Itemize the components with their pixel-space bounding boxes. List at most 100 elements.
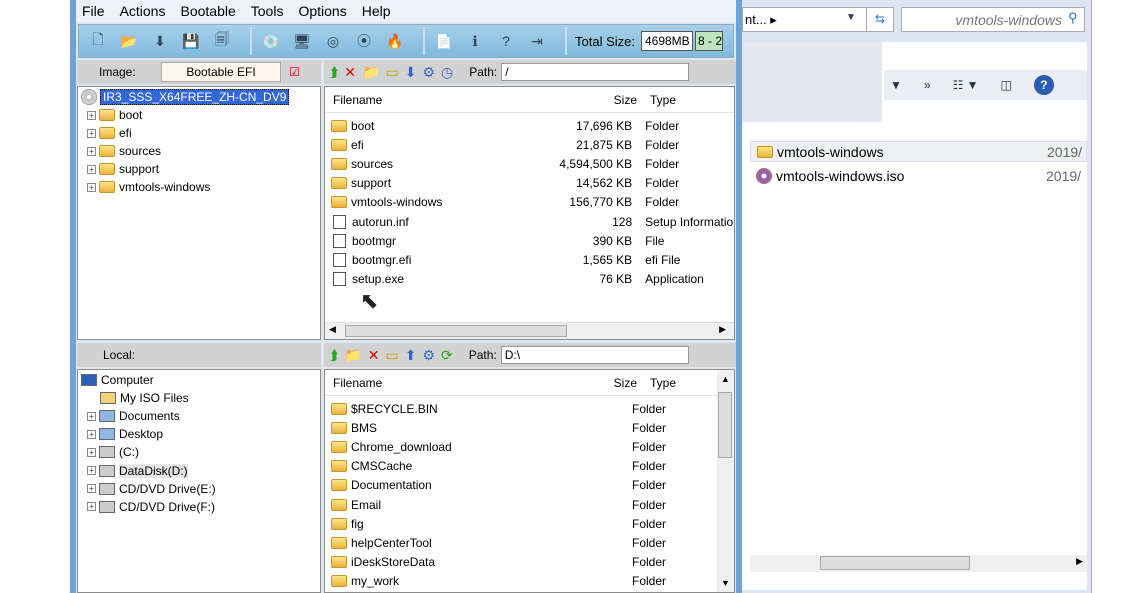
help-icon[interactable]: ? bbox=[1033, 75, 1054, 95]
up-icon[interactable]: ⮭ bbox=[330, 347, 338, 364]
menu-actions[interactable]: Actions bbox=[120, 3, 166, 19]
expand-icon[interactable]: + bbox=[87, 502, 96, 512]
preview-pane-icon[interactable]: ◫ bbox=[1001, 78, 1012, 92]
dropdown-icon[interactable]: ▼ bbox=[890, 78, 902, 92]
table-row[interactable]: helpCenterTool Folder bbox=[331, 533, 717, 552]
iso-path-input[interactable]: / bbox=[501, 63, 690, 81]
tree-item[interactable]: + Desktop bbox=[87, 425, 163, 443]
scroll-thumb[interactable] bbox=[345, 325, 567, 337]
up-icon[interactable]: ⮭ bbox=[330, 64, 338, 81]
tree-item[interactable]: + CD/DVD Drive(E:) bbox=[87, 480, 216, 498]
extract-icon[interactable]: ⬇ bbox=[149, 31, 171, 51]
expand-icon[interactable]: + bbox=[87, 182, 96, 192]
delete-icon[interactable]: ✕ bbox=[344, 64, 356, 81]
new-folder-icon[interactable]: 📁 bbox=[362, 64, 379, 81]
scroll-right-icon[interactable]: ▶ bbox=[1076, 556, 1083, 567]
refresh-icon[interactable]: ⟳ bbox=[441, 347, 453, 364]
expand-icon[interactable]: + bbox=[87, 128, 96, 138]
scroll-thumb[interactable] bbox=[820, 556, 970, 570]
table-row[interactable]: CMSCache Folder bbox=[331, 457, 717, 476]
table-row[interactable]: efi 21,875 KB Folder bbox=[331, 135, 734, 154]
tree-item-support[interactable]: + support bbox=[87, 160, 159, 178]
tree-item[interactable]: My ISO Files bbox=[100, 389, 189, 407]
table-row[interactable]: setup.exe 76 KB Application bbox=[331, 270, 734, 289]
table-row[interactable]: support 14,562 KB Folder bbox=[331, 174, 734, 193]
vertical-scrollbar[interactable]: ▲ ▼ bbox=[717, 370, 734, 592]
make-cd-image-icon[interactable]: 💿 bbox=[260, 31, 282, 51]
virtual-drive-icon[interactable]: 🔥 bbox=[384, 31, 406, 51]
horizontal-scrollbar[interactable]: ◀ ▶ bbox=[325, 322, 734, 339]
compress-icon[interactable]: ◎ bbox=[322, 31, 344, 51]
search-icon[interactable]: ⚲ bbox=[1068, 10, 1078, 26]
rename-icon[interactable]: ▭ bbox=[385, 64, 398, 81]
tree-item-sources[interactable]: + sources bbox=[87, 142, 161, 160]
tree-item-efi[interactable]: + efi bbox=[87, 124, 132, 142]
menu-bootable[interactable]: Bootable bbox=[180, 3, 235, 19]
file-row[interactable]: vmtools-windows 2019/ bbox=[750, 141, 1087, 162]
properties-icon[interactable]: ☑ bbox=[289, 65, 300, 79]
expand-icon[interactable]: + bbox=[87, 110, 96, 120]
tree-item-boot[interactable]: + boot bbox=[87, 106, 142, 124]
expand-icon[interactable]: + bbox=[87, 484, 96, 494]
table-row[interactable]: Email Folder bbox=[331, 495, 717, 514]
menu-tools[interactable]: Tools bbox=[251, 3, 284, 19]
address-bar[interactable]: nt... ▸ bbox=[742, 7, 884, 32]
scroll-thumb[interactable] bbox=[718, 392, 732, 458]
burn-icon[interactable]: ⦿ bbox=[353, 31, 375, 51]
col-type[interactable]: Type bbox=[650, 376, 676, 390]
table-row[interactable]: $RECYCLE.BIN Folder bbox=[331, 399, 717, 418]
menu-options[interactable]: Options bbox=[298, 3, 346, 19]
refresh-icon[interactable]: ⇆ bbox=[866, 7, 894, 32]
scroll-left-icon[interactable]: ◀ bbox=[329, 324, 336, 335]
delete-icon[interactable]: ✕ bbox=[368, 347, 380, 364]
scroll-down-icon[interactable]: ▼ bbox=[721, 578, 730, 588]
table-row[interactable]: bootmgr.efi 1,565 KB efi File bbox=[331, 250, 734, 269]
mount-icon[interactable]: 🖥 bbox=[291, 31, 313, 51]
col-type[interactable]: Type bbox=[650, 93, 676, 107]
horizontal-scrollbar[interactable]: ▶ bbox=[750, 555, 1087, 572]
table-row[interactable]: bootmgr 390 KB File bbox=[331, 231, 734, 250]
tree-item[interactable]: + Documents bbox=[87, 407, 180, 425]
expand-icon[interactable]: + bbox=[87, 466, 96, 475]
tree-item-vmtools[interactable]: + vmtools-windows bbox=[87, 178, 210, 196]
table-row[interactable]: vmtools-windows 156,770 KB Folder bbox=[331, 193, 734, 212]
table-row[interactable]: autorun.inf 128 Setup Information bbox=[331, 212, 734, 231]
expand-icon[interactable]: + bbox=[87, 429, 96, 439]
scroll-up-icon[interactable]: ▲ bbox=[721, 374, 730, 384]
table-row[interactable]: sources 4,594,500 KB Folder bbox=[331, 154, 734, 173]
col-size[interactable]: Size bbox=[547, 93, 637, 107]
tree-item[interactable]: + (C:) bbox=[87, 443, 139, 461]
exit-icon[interactable]: ⇥ bbox=[526, 31, 548, 51]
save-icon[interactable]: 💾 bbox=[180, 31, 202, 51]
col-size[interactable]: Size bbox=[547, 376, 637, 390]
view-icon[interactable]: ☷ ▼ bbox=[953, 78, 979, 92]
clock-icon[interactable]: ◷ bbox=[441, 64, 453, 81]
image-type-field[interactable]: Bootable EFI bbox=[161, 62, 281, 82]
new-icon[interactable]: 🗋 bbox=[87, 31, 109, 51]
add-icon[interactable]: ⬇ bbox=[405, 64, 417, 81]
rename-icon[interactable]: ▭ bbox=[385, 347, 398, 364]
menu-help[interactable]: Help bbox=[362, 3, 391, 19]
settings-icon[interactable]: ⚙ bbox=[422, 347, 435, 364]
expand-icon[interactable]: + bbox=[87, 411, 96, 421]
table-row[interactable]: Documentation Folder bbox=[331, 476, 717, 495]
more-icon[interactable]: » bbox=[924, 78, 931, 92]
tree-item[interactable]: + DataDisk(D:) bbox=[87, 462, 188, 480]
expand-icon[interactable]: + bbox=[87, 164, 96, 174]
expand-icon[interactable]: + bbox=[87, 447, 96, 457]
settings-icon[interactable]: ⚙ bbox=[422, 64, 435, 81]
menu-file[interactable]: File bbox=[82, 3, 105, 19]
add-icon[interactable]: ⬆ bbox=[405, 347, 417, 364]
address-dropdown-icon[interactable]: ▼ bbox=[846, 12, 856, 23]
expand-icon[interactable]: + bbox=[87, 146, 96, 156]
table-row[interactable]: BMS Folder bbox=[331, 418, 717, 437]
open-icon[interactable]: 📂 bbox=[118, 31, 140, 51]
table-row[interactable]: iDeskStoreData Folder bbox=[331, 553, 717, 572]
table-row[interactable]: my_work Folder bbox=[331, 572, 717, 591]
info-icon[interactable]: ℹ bbox=[464, 31, 486, 51]
scroll-right-icon[interactable]: ▶ bbox=[719, 324, 726, 335]
col-filename[interactable]: Filename bbox=[333, 93, 547, 107]
local-path-input[interactable]: D:\ bbox=[500, 346, 689, 364]
help-icon[interactable]: ? bbox=[495, 31, 517, 51]
tree-item[interactable]: Computer bbox=[81, 371, 154, 389]
